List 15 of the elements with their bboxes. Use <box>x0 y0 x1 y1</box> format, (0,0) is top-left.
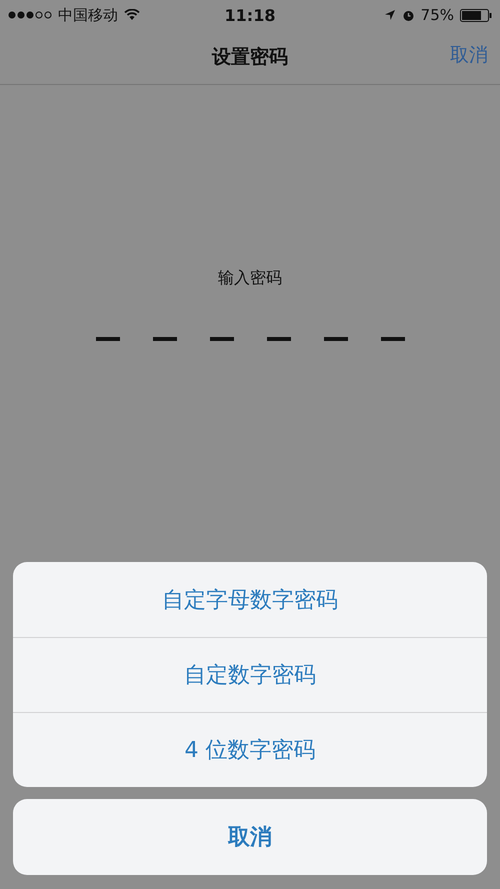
passcode-option[interactable]: 自定字母数字密码 <box>13 562 487 637</box>
alarm-icon <box>402 8 415 22</box>
carrier-name: 中国移动 <box>58 6 118 24</box>
passcode-prompt: 输入密码 <box>218 268 282 289</box>
clock-time: 11:18 <box>224 6 276 24</box>
nav-title: 设置密码 <box>212 45 288 70</box>
signal-icon <box>8 10 52 20</box>
battery-icon <box>460 8 492 22</box>
passcode-option[interactable]: 4 位数字密码 <box>13 712 487 787</box>
cancel-link[interactable]: 取消 <box>450 42 488 68</box>
location-icon <box>384 9 396 21</box>
passcode-option[interactable]: 自定数字密码 <box>13 637 487 712</box>
wifi-icon <box>124 9 140 21</box>
cancel-button[interactable]: 取消 <box>13 799 487 875</box>
battery-percent: 75% <box>420 6 454 24</box>
